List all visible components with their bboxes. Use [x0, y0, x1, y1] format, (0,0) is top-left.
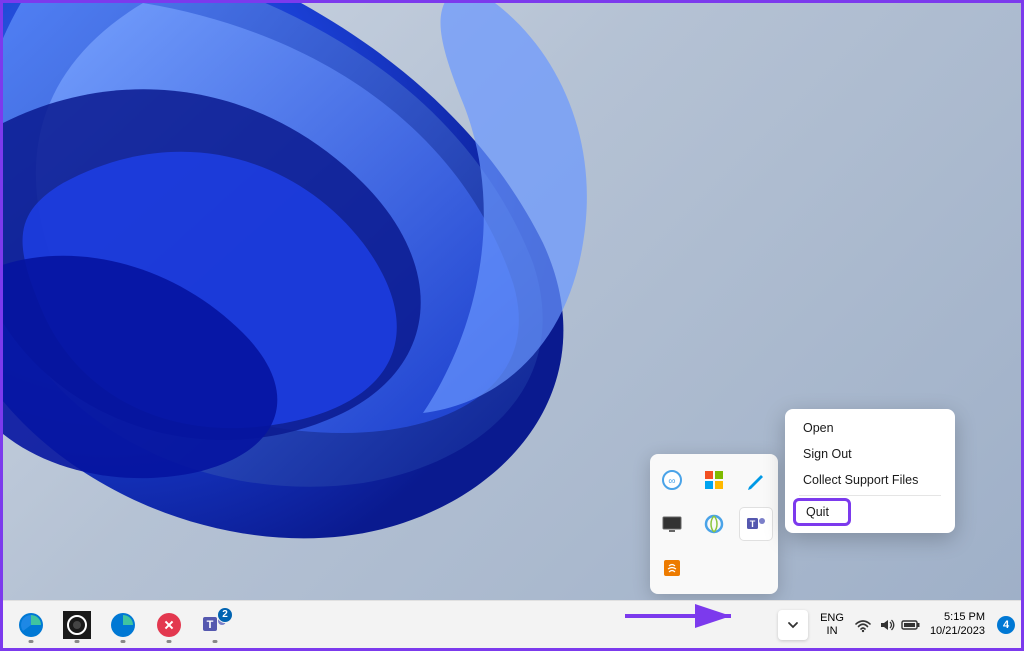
running-indicator: [213, 640, 218, 643]
clock-time: 5:15 PM: [930, 611, 985, 624]
tray-icon-java[interactable]: [656, 552, 688, 584]
running-indicator: [75, 640, 80, 643]
tray-icon-browser[interactable]: [698, 508, 730, 540]
taskbar: T 2 ENG IN 5:15 PM 10/21/2023 4: [3, 600, 1021, 648]
menu-item-sign-out[interactable]: Sign Out: [791, 441, 949, 467]
running-indicator: [167, 640, 172, 643]
tray-icon-display[interactable]: [656, 508, 688, 540]
lang-primary: ENG: [820, 612, 844, 625]
tray-context-menu: Open Sign Out Collect Support Files Quit: [785, 409, 955, 533]
svg-text:T: T: [750, 519, 756, 529]
clock-date: 10/21/2023: [930, 625, 985, 638]
svg-text:∞: ∞: [668, 476, 675, 487]
taskbar-teams[interactable]: T 2: [195, 605, 235, 645]
menu-item-open[interactable]: Open: [791, 415, 949, 441]
taskbar-edge-secondary[interactable]: [103, 605, 143, 645]
desktop-wallpaper[interactable]: ∞ T Open Sign Out Collect Support Files …: [3, 3, 1021, 600]
tray-icon-teams[interactable]: T: [740, 508, 772, 540]
language-indicator[interactable]: ENG IN: [814, 612, 850, 637]
clock[interactable]: 5:15 PM 10/21/2023: [924, 611, 991, 637]
taskbar-edge[interactable]: [11, 605, 51, 645]
tray-icon-pen[interactable]: [740, 464, 772, 496]
taskbar-pinned-apps: T 2: [3, 605, 235, 645]
menu-item-collect-support[interactable]: Collect Support Files: [791, 467, 949, 493]
tray-icon-store[interactable]: [698, 464, 730, 496]
badge-count: 2: [217, 607, 233, 623]
battery-icon[interactable]: [900, 616, 922, 634]
notification-count-badge[interactable]: 4: [997, 616, 1015, 634]
system-tray-overflow-flyout: ∞ T: [650, 454, 778, 594]
taskbar-obs[interactable]: [57, 605, 97, 645]
tray-icon-zoom[interactable]: ∞: [656, 464, 688, 496]
annotation-arrow: [623, 601, 743, 636]
tray-overflow-chevron[interactable]: [778, 610, 808, 640]
menu-separator: [799, 495, 941, 496]
taskbar-zoho[interactable]: [149, 605, 189, 645]
wifi-icon[interactable]: [852, 616, 874, 634]
lang-secondary: IN: [820, 625, 844, 638]
volume-icon[interactable]: [876, 616, 898, 634]
running-indicator: [29, 640, 34, 643]
svg-text:T: T: [207, 619, 214, 631]
wallpaper-bloom-graphic: [3, 3, 703, 600]
menu-item-quit[interactable]: Quit: [793, 498, 851, 526]
running-indicator: [121, 640, 126, 643]
taskbar-system-area: ENG IN 5:15 PM 10/21/2023 4: [778, 610, 1021, 640]
